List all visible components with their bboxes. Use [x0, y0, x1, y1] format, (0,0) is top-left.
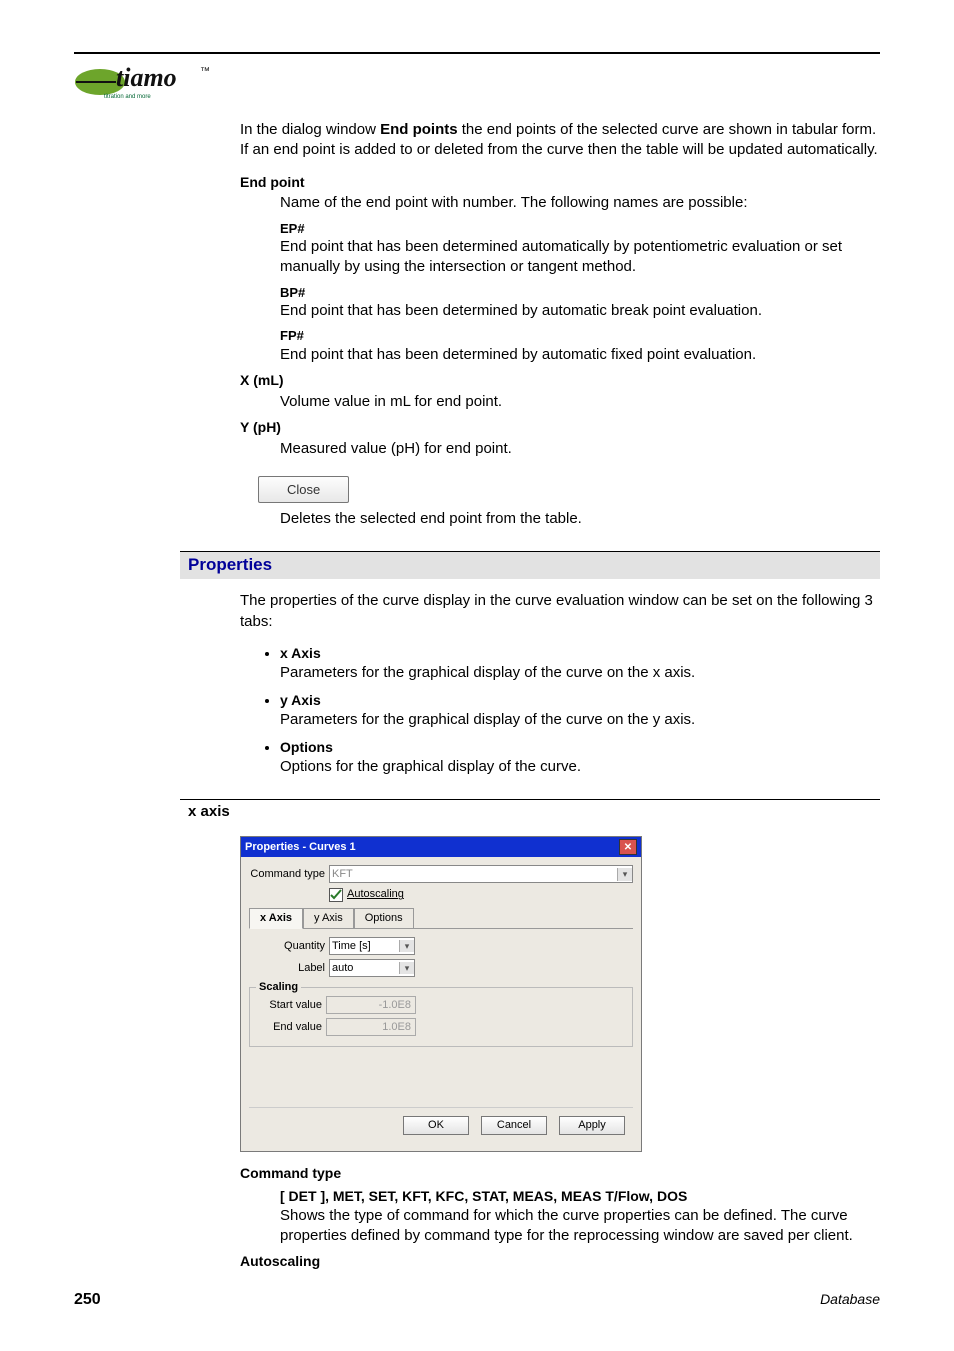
xml-heading: X (mL) [240, 371, 880, 390]
svg-text:tiamo: tiamo [116, 63, 177, 92]
bp-label: BP# [280, 284, 880, 302]
start-value-field[interactable]: -1.0E8 [326, 996, 416, 1014]
command-type-select[interactable]: KFT▾ [329, 865, 633, 883]
xml-desc: Volume value in mL for end point. [280, 392, 880, 412]
label-label: Label [249, 961, 325, 976]
autoscaling-heading: Autoscaling [240, 1252, 880, 1271]
command-type-desc: Shows the type of command for which the … [280, 1206, 880, 1247]
tab-options[interactable]: Options [354, 908, 414, 928]
command-type-label: Command type [249, 867, 325, 882]
dialog-title: Properties - Curves 1 [245, 840, 356, 855]
tiamo-logo: tiamo ™ titration and more [74, 60, 214, 102]
start-value-label: Start value [258, 998, 322, 1013]
svg-text:™: ™ [200, 66, 210, 77]
command-type-heading: Command type [240, 1164, 880, 1183]
yph-desc: Measured value (pH) for end point. [280, 439, 880, 459]
fp-label: FP# [280, 327, 880, 345]
tab-x-axis[interactable]: x Axis [249, 908, 303, 929]
quantity-label: Quantity [249, 939, 325, 954]
properties-intro: The properties of the curve display in t… [240, 591, 880, 632]
autoscaling-label: Autoscaling [347, 887, 404, 902]
properties-dialog: Properties - Curves 1 ✕ Command type KFT… [240, 836, 642, 1152]
xaxis-heading: x axis [180, 799, 880, 824]
fp-desc: End point that has been determined by au… [280, 345, 880, 365]
close-icon[interactable]: ✕ [619, 839, 637, 855]
quantity-select[interactable]: Time [s]▾ [329, 937, 415, 955]
ok-button[interactable]: OK [403, 1116, 469, 1135]
end-value-label: End value [258, 1020, 322, 1035]
autoscaling-checkbox[interactable] [329, 888, 343, 902]
yph-heading: Y (pH) [240, 418, 880, 437]
cancel-button[interactable]: Cancel [481, 1116, 547, 1135]
properties-heading: Properties [180, 551, 880, 579]
intro-paragraph: In the dialog window End points the end … [240, 120, 880, 161]
label-select[interactable]: auto▾ [329, 959, 415, 977]
endpoint-desc: Name of the end point with number. The f… [280, 193, 880, 213]
ep-desc: End point that has been determined autom… [280, 237, 880, 278]
page-number: 250 [74, 1291, 101, 1309]
chevron-down-icon: ▾ [399, 940, 414, 952]
ep-label: EP# [280, 220, 880, 238]
list-item: y Axis Parameters for the graphical disp… [280, 691, 880, 730]
end-value-field[interactable]: 1.0E8 [326, 1018, 416, 1036]
bp-desc: End point that has been determined by au… [280, 301, 880, 321]
list-item: Options Options for the graphical displa… [280, 738, 880, 777]
close-desc: Deletes the selected end point from the … [280, 509, 880, 529]
command-type-values: [ DET ], MET, SET, KFT, KFC, STAT, MEAS,… [280, 1187, 880, 1206]
endpoint-heading: End point [240, 173, 880, 192]
chevron-down-icon: ▾ [617, 868, 632, 880]
list-item: x Axis Parameters for the graphical disp… [280, 644, 880, 683]
svg-text:titration and more: titration and more [104, 94, 151, 100]
chevron-down-icon: ▾ [399, 962, 414, 974]
apply-button[interactable]: Apply [559, 1116, 625, 1135]
scaling-legend: Scaling [256, 980, 301, 995]
section-name: Database [820, 1291, 880, 1309]
tab-y-axis[interactable]: y Axis [303, 908, 354, 928]
close-button[interactable]: Close [258, 476, 349, 504]
